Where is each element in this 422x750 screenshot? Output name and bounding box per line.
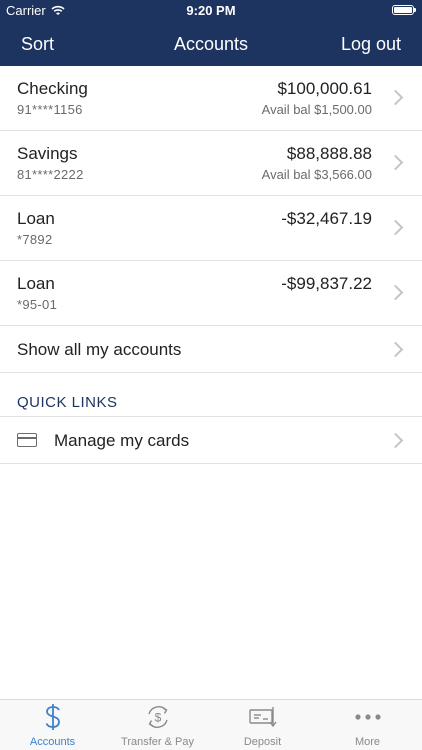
chevron-right-icon [387,284,404,301]
chevron-right-icon [387,89,404,106]
available-balance: Avail bal $1,500.00 [261,102,372,117]
app-header: Carrier 9:20 PM Sort Accounts Log out [0,0,422,66]
chevron-right-icon [387,341,404,358]
chevron-right-icon [387,219,404,236]
tab-label: Deposit [243,736,282,748]
account-row-savings[interactable]: Savings 81****2222 $88,888.88 Avail bal … [0,131,422,196]
tab-label: Transfer & Pay [121,736,194,748]
status-time: 9:20 PM [186,3,236,18]
account-number: 81****2222 [17,167,84,182]
accounts-list: Checking 91****1156 $100,000.61 Avail ba… [0,66,422,464]
check-deposit-icon [248,707,277,728]
account-number: *7892 [17,232,53,247]
transfer-dollar-icon: $ [147,706,168,728]
battery-icon [392,5,416,15]
tab-more[interactable]: More [315,700,420,750]
account-balance: -$99,837.22 [281,274,372,293]
more-dots-icon [354,714,381,720]
chevron-right-icon [387,432,404,449]
credit-card-icon [17,433,37,447]
account-name: Savings [17,144,78,163]
account-row-loan-7892[interactable]: Loan *7892 -$32,467.19 [0,196,422,261]
status-bar: Carrier 9:20 PM [0,0,422,22]
account-number: *95-01 [17,297,58,312]
quick-links-heading: QUICK LINKS [17,394,118,411]
quick-links-header: QUICK LINKS [0,373,422,417]
show-all-accounts-label: Show all my accounts [17,340,182,359]
nav-bar: Sort Accounts Log out [0,22,422,66]
tab-label: Accounts [29,736,76,748]
account-name: Loan [17,209,55,228]
account-row-checking[interactable]: Checking 91****1156 $100,000.61 Avail ba… [0,66,422,131]
logout-button[interactable]: Log out [341,34,401,55]
show-all-accounts-button[interactable]: Show all my accounts [0,326,422,373]
account-name: Checking [17,79,88,98]
account-balance: -$32,467.19 [281,209,372,228]
chevron-right-icon [387,154,404,171]
tab-label: More [354,736,381,748]
manage-cards-link[interactable]: Manage my cards [0,417,422,464]
account-balance: $88,888.88 [286,144,372,163]
tab-bar: Accounts $ Transfer & Pay Deposit More [0,699,422,750]
tab-accounts[interactable]: Accounts [0,700,105,750]
account-number: 91****1156 [17,102,83,117]
tab-transfer-pay[interactable]: $ Transfer & Pay [105,700,210,750]
account-balance: $100,000.61 [277,79,372,98]
manage-cards-label: Manage my cards [54,431,190,450]
svg-text:$: $ [154,711,161,725]
account-row-loan-9501[interactable]: Loan *95-01 -$99,837.22 [0,261,422,326]
account-name: Loan [17,274,55,293]
tab-deposit[interactable]: Deposit [210,700,315,750]
available-balance: Avail bal $3,566.00 [261,167,372,182]
dollar-icon [45,704,60,730]
